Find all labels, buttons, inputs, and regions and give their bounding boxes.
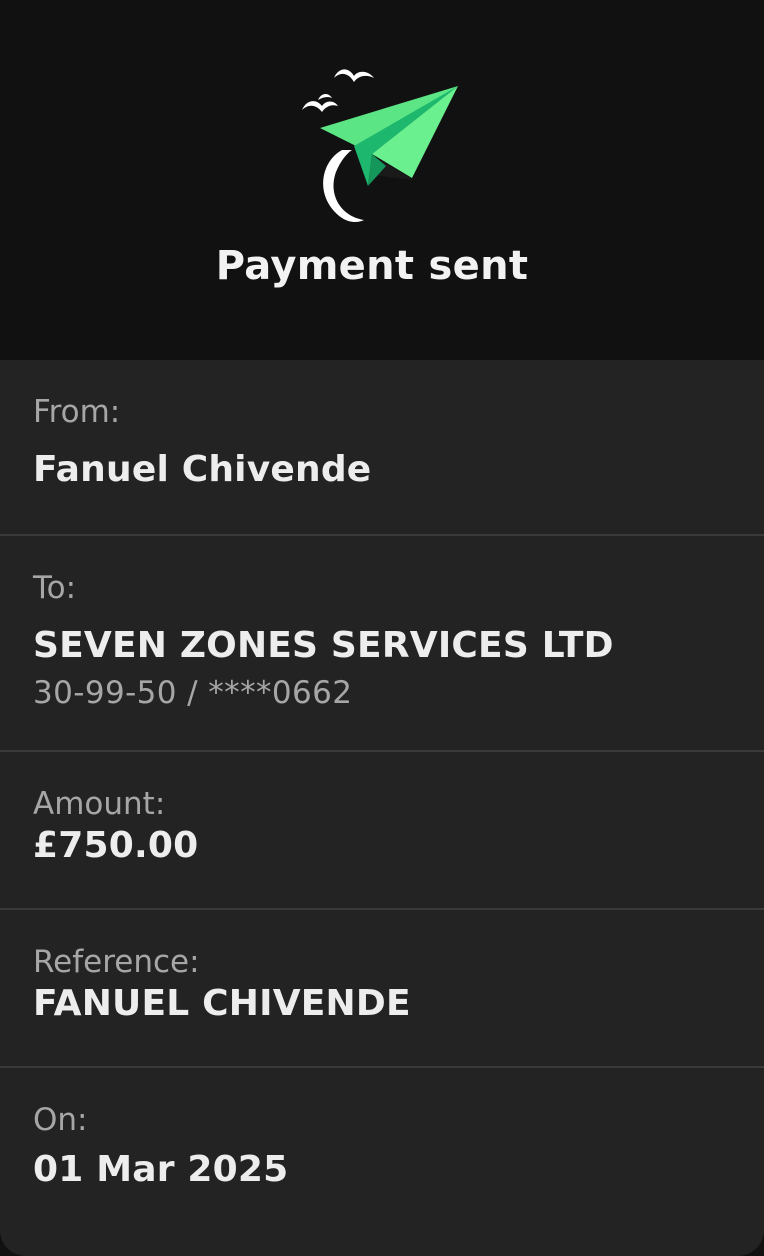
reference-label: Reference:	[33, 944, 200, 980]
date-value: 01 Mar 2025	[33, 1149, 289, 1190]
detail-row-reference: Reference: FANUEL CHIVENDE	[0, 910, 764, 1068]
page-title: Payment sent	[215, 243, 529, 289]
payment-confirmation-screen: Payment sent From: Fanuel Chivende To: S…	[0, 0, 764, 1256]
amount-label: Amount:	[33, 786, 166, 822]
payment-details-card: From: Fanuel Chivende To: SEVEN ZONES SE…	[0, 360, 764, 1256]
from-label: From:	[33, 394, 121, 430]
detail-row-date: On: 01 Mar 2025	[0, 1068, 764, 1256]
detail-row-amount: Amount: £750.00	[0, 752, 764, 910]
from-value: Fanuel Chivende	[33, 449, 372, 490]
date-label: On:	[33, 1102, 88, 1138]
to-value: SEVEN ZONES SERVICES LTD	[33, 625, 614, 666]
detail-row-to: To: SEVEN ZONES SERVICES LTD 30-99-50 / …	[0, 536, 764, 752]
reference-value: FANUEL CHIVENDE	[33, 983, 411, 1024]
paper-plane-sent-icon	[292, 58, 472, 228]
amount-value: £750.00	[33, 825, 199, 866]
to-account-number: 30-99-50 / ****0662	[33, 675, 353, 711]
detail-row-from: From: Fanuel Chivende	[0, 360, 764, 536]
to-label: To:	[33, 570, 77, 606]
payment-sent-header: Payment sent	[0, 0, 764, 360]
